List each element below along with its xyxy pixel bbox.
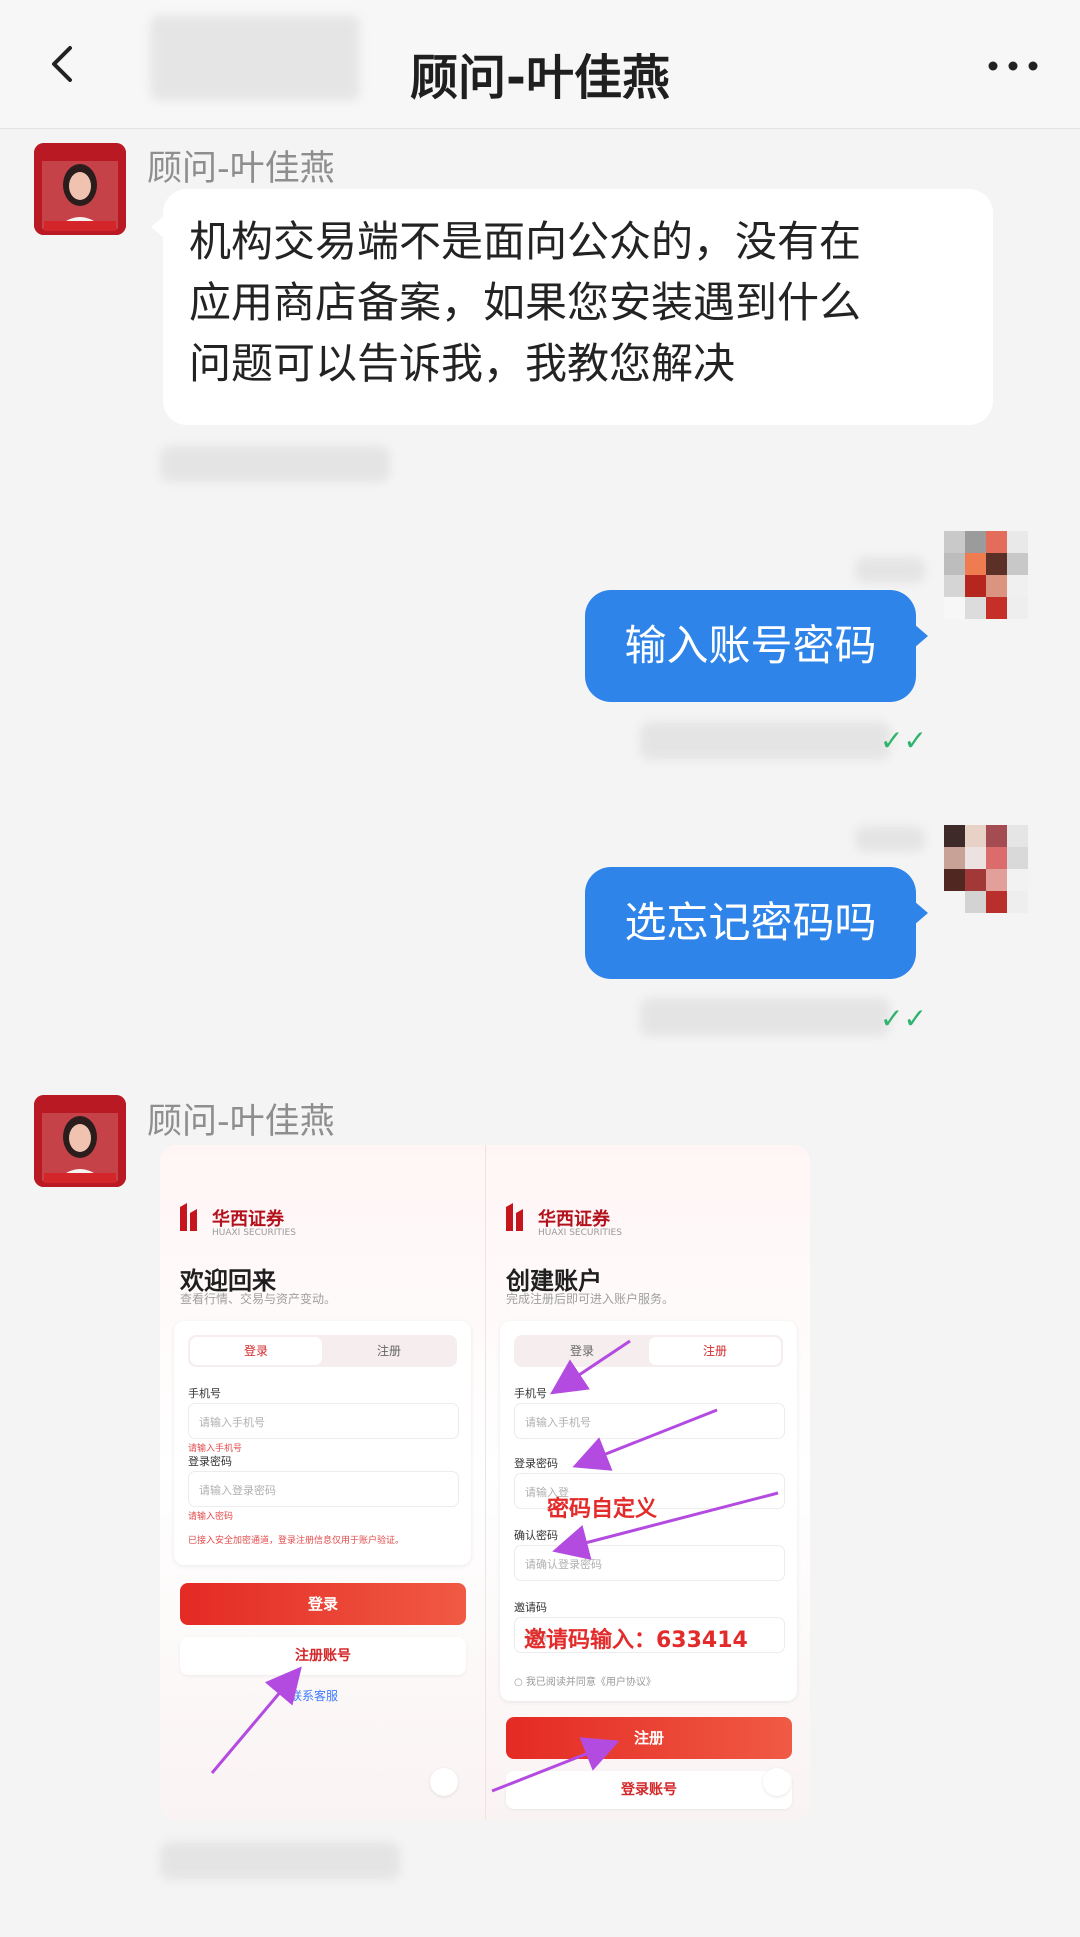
read-check-icon: ✓✓ [880, 724, 927, 757]
agreement-checkbox[interactable]: ○ 我已阅读并同意《用户协议》 [514, 1673, 656, 1688]
register-account-button[interactable]: 注册账号 [180, 1637, 466, 1675]
user-avatar[interactable] [944, 825, 1028, 913]
huaxi-logo-icon [180, 1203, 197, 1231]
advisor-avatar[interactable] [34, 143, 126, 235]
invite-code-annotation: 邀请码输入：633414 [524, 1628, 748, 1653]
phone-placeholder: 请输入手机号 [199, 1416, 265, 1429]
login-form: 登录 注册 手机号 请输入手机号 请输入手机号 登录密码 请输入登录密码 请输入… [174, 1321, 471, 1565]
phone-label: 手机号 [188, 1387, 221, 1400]
auth-tabs: 登录 注册 [188, 1335, 457, 1367]
blurred-name [855, 826, 925, 852]
invite-code-label: 邀请码 [514, 1601, 547, 1614]
message-line: 问题可以告诉我，我教您解决 [189, 339, 736, 388]
tab-login[interactable]: 登录 [190, 1337, 322, 1365]
confirm-password-label: 确认密码 [514, 1529, 558, 1542]
password-error: 请输入密码 [188, 1512, 234, 1522]
blurred-timestamp [640, 998, 890, 1036]
user-message-bubble: 选忘记密码吗 [585, 867, 928, 979]
blurred-timestamp [160, 446, 390, 482]
brand-english: HUAXI SECURITIES [212, 1228, 296, 1238]
message-line: 应用商店备案，如果您安装遇到什么 [189, 278, 862, 327]
login-button[interactable]: 登录 [180, 1583, 466, 1625]
login-account-button[interactable]: 登录账号 [506, 1771, 792, 1809]
tab-login[interactable]: 登录 [516, 1337, 648, 1365]
globe-icon[interactable] [763, 1768, 791, 1796]
brand-english: HUAXI SECURITIES [538, 1228, 622, 1238]
user-message-bubble: 输入账号密码 [585, 590, 928, 702]
confirm-password-placeholder: 请确认登录密码 [525, 1558, 602, 1571]
register-panel: 华西证券 HUAXI SECURITIES 创建账户 完成注册后即可进入账户服务… [485, 1145, 810, 1820]
contact-service-link[interactable]: 联系客服 [290, 1687, 338, 1704]
phone-label: 手机号 [514, 1387, 547, 1400]
phone-placeholder: 请输入手机号 [525, 1416, 591, 1429]
sender-name: 顾问-叶佳燕 [147, 149, 335, 189]
blurred-timestamp [640, 722, 890, 760]
login-panel: 华西证券 HUAXI SECURITIES 欢迎回来 查看行情、交易与资产变动。… [160, 1145, 485, 1820]
read-check-icon: ✓✓ [880, 1002, 927, 1035]
huaxi-logo-icon [506, 1203, 523, 1231]
password-input[interactable]: 请输入登录密码 [188, 1471, 459, 1507]
phone-input[interactable]: 请输入手机号 [188, 1403, 459, 1439]
agreement-text: 我已阅读并同意《用户协议》 [525, 1677, 656, 1688]
user-avatar[interactable] [944, 531, 1028, 619]
password-custom-annotation: 密码自定义 [547, 1497, 658, 1522]
tab-register[interactable]: 注册 [323, 1337, 455, 1365]
password-label: 登录密码 [514, 1457, 558, 1470]
register-button[interactable]: 注册 [506, 1717, 792, 1759]
password-placeholder: 请输入登录密码 [199, 1484, 276, 1497]
sender-name: 顾问-叶佳燕 [147, 1102, 335, 1142]
shared-app-screenshot[interactable]: 华西证券 HUAXI SECURITIES 欢迎回来 查看行情、交易与资产变动。… [160, 1145, 810, 1820]
welcome-subtitle: 查看行情、交易与资产变动。 [180, 1292, 337, 1306]
blurred-timestamp [160, 1842, 400, 1880]
more-options-icon[interactable] [986, 56, 1040, 76]
advisor-avatar[interactable] [34, 1095, 126, 1187]
advisor-message-bubble: 机构交易端不是面向公众的，没有在 应用商店备案，如果您安装遇到什么 问题可以告诉… [151, 189, 993, 425]
globe-icon[interactable] [430, 1768, 458, 1796]
blurred-name [855, 557, 925, 583]
create-account-subtitle: 完成注册后即可进入账户服务。 [506, 1292, 675, 1306]
message-line: 机构交易端不是面向公众的，没有在 [189, 217, 862, 266]
tab-register[interactable]: 注册 [649, 1337, 781, 1365]
password-label: 登录密码 [188, 1455, 232, 1468]
phone-input[interactable]: 请输入手机号 [514, 1403, 785, 1439]
security-notice: 已接入安全加密通道，登录注册信息仅用于账户验证。 [188, 1536, 405, 1546]
blurred-text [150, 15, 360, 101]
confirm-password-input[interactable]: 请确认登录密码 [514, 1545, 785, 1581]
auth-tabs: 登录 注册 [514, 1335, 783, 1367]
